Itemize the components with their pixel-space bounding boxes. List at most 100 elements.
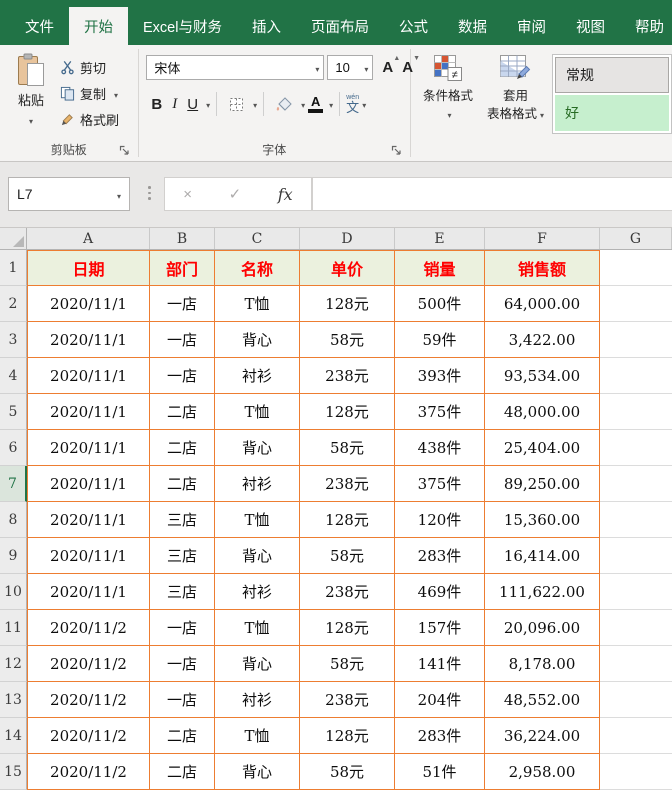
chevron-down-icon[interactable]	[329, 95, 333, 113]
fill-color-button[interactable]	[270, 96, 298, 112]
cell-quantity[interactable]: 283件	[395, 538, 485, 574]
row-header[interactable]: 9	[0, 538, 27, 574]
cell-sales[interactable]: 93,534.00	[485, 358, 600, 394]
cell-sales[interactable]: 89,250.00	[485, 466, 600, 502]
cell-sales[interactable]: 111,622.00	[485, 574, 600, 610]
cell-name[interactable]: T恤	[215, 718, 300, 754]
paste-button[interactable]: 粘贴	[8, 53, 54, 129]
cell-quantity[interactable]: 157件	[395, 610, 485, 646]
cell-sales[interactable]: 36,224.00	[485, 718, 600, 754]
underline-button[interactable]: U	[182, 96, 203, 113]
cell-department[interactable]: 一店	[150, 322, 215, 358]
cell-name[interactable]: T恤	[215, 610, 300, 646]
cell-empty[interactable]	[600, 358, 672, 394]
row-header[interactable]: 1	[0, 250, 27, 286]
cell-empty[interactable]	[600, 538, 672, 574]
row-header[interactable]: 15	[0, 754, 27, 790]
cell-department[interactable]: 二店	[150, 754, 215, 790]
cell-name[interactable]: 背心	[215, 538, 300, 574]
cell-sales[interactable]: 25,404.00	[485, 430, 600, 466]
row-header[interactable]: 8	[0, 502, 27, 538]
cell-department[interactable]: 二店	[150, 394, 215, 430]
select-all-corner[interactable]	[0, 228, 27, 249]
cell-sales[interactable]: 20,096.00	[485, 610, 600, 646]
cell-sales[interactable]: 48,000.00	[485, 394, 600, 430]
cell-quantity[interactable]: 204件	[395, 682, 485, 718]
cell-quantity[interactable]: 469件	[395, 574, 485, 610]
header-cell-price[interactable]: 单价	[300, 250, 395, 286]
cell-price[interactable]: 58元	[300, 430, 395, 466]
cell-price[interactable]: 238元	[300, 574, 395, 610]
cell-name[interactable]: T恤	[215, 286, 300, 322]
tab-page-layout[interactable]: 页面布局	[296, 7, 384, 45]
cell-empty[interactable]	[600, 430, 672, 466]
cell-name[interactable]: T恤	[215, 394, 300, 430]
cell-quantity[interactable]: 51件	[395, 754, 485, 790]
cell-price[interactable]: 128元	[300, 286, 395, 322]
cell-date[interactable]: 2020/11/1	[27, 466, 150, 502]
font-name-combo[interactable]: 宋体	[146, 55, 325, 80]
cell-sales[interactable]: 16,414.00	[485, 538, 600, 574]
header-cell-date[interactable]: 日期	[27, 250, 150, 286]
chevron-down-icon[interactable]	[206, 95, 210, 113]
cell-empty[interactable]	[600, 394, 672, 430]
increase-font-size-button[interactable]: A ▲	[382, 55, 400, 76]
borders-button[interactable]	[223, 96, 250, 113]
cell-name[interactable]: 衬衫	[215, 682, 300, 718]
cell-department[interactable]: 一店	[150, 646, 215, 682]
cell-price[interactable]: 58元	[300, 754, 395, 790]
cell-department[interactable]: 一店	[150, 682, 215, 718]
cell-department[interactable]: 一店	[150, 610, 215, 646]
column-header-e[interactable]: E	[395, 228, 485, 249]
cell-sales[interactable]: 3,422.00	[485, 322, 600, 358]
row-header[interactable]: 6	[0, 430, 27, 466]
bold-button[interactable]: B	[146, 96, 167, 113]
cell-empty[interactable]	[600, 646, 672, 682]
copy-button[interactable]: 复制	[60, 80, 119, 106]
row-header[interactable]: 4	[0, 358, 27, 394]
cell-empty[interactable]	[600, 502, 672, 538]
cell-department[interactable]: 二店	[150, 466, 215, 502]
cell-date[interactable]: 2020/11/2	[27, 754, 150, 790]
tab-home[interactable]: 开始	[69, 7, 128, 45]
cell-price[interactable]: 238元	[300, 682, 395, 718]
cell-department[interactable]: 一店	[150, 286, 215, 322]
tab-file[interactable]: 文件	[10, 7, 69, 45]
cell-date[interactable]: 2020/11/2	[27, 718, 150, 754]
font-color-button[interactable]: A	[305, 95, 326, 113]
phonetic-guide-button[interactable]: wén 文	[346, 94, 359, 114]
cell-quantity[interactable]: 438件	[395, 430, 485, 466]
formula-bar-resize-handle[interactable]	[148, 186, 151, 200]
cell-price[interactable]: 58元	[300, 322, 395, 358]
cell-price[interactable]: 128元	[300, 502, 395, 538]
cell-department[interactable]: 二店	[150, 718, 215, 754]
column-header-d[interactable]: D	[300, 228, 395, 249]
cell-date[interactable]: 2020/11/1	[27, 394, 150, 430]
cell-empty[interactable]	[600, 682, 672, 718]
italic-button[interactable]: I	[167, 96, 182, 113]
cell-name[interactable]: 背心	[215, 646, 300, 682]
chevron-down-icon[interactable]	[362, 95, 366, 113]
header-cell-name[interactable]: 名称	[215, 250, 300, 286]
style-normal[interactable]: 常规	[554, 57, 669, 93]
cell-empty[interactable]	[600, 286, 672, 322]
tab-formulas[interactable]: 公式	[384, 7, 443, 45]
row-header[interactable]: 13	[0, 682, 27, 718]
cell-name[interactable]: 衬衫	[215, 358, 300, 394]
style-good[interactable]: 好	[554, 95, 669, 131]
cell-quantity[interactable]: 375件	[395, 466, 485, 502]
dialog-launcher-icon[interactable]	[119, 145, 130, 156]
cell-price[interactable]: 128元	[300, 394, 395, 430]
cell-sales[interactable]: 8,178.00	[485, 646, 600, 682]
cell-quantity[interactable]: 141件	[395, 646, 485, 682]
cell-quantity[interactable]: 393件	[395, 358, 485, 394]
name-box[interactable]: L7	[8, 177, 130, 211]
cell-date[interactable]: 2020/11/2	[27, 610, 150, 646]
cell-empty[interactable]	[600, 718, 672, 754]
cell-date[interactable]: 2020/11/1	[27, 322, 150, 358]
enter-icon[interactable]: ✓	[229, 185, 242, 203]
cell-empty[interactable]	[600, 322, 672, 358]
row-header[interactable]: 7	[0, 466, 27, 502]
conditional-formatting-button[interactable]: ≠ 条件格式	[423, 45, 473, 123]
cell-date[interactable]: 2020/11/1	[27, 574, 150, 610]
